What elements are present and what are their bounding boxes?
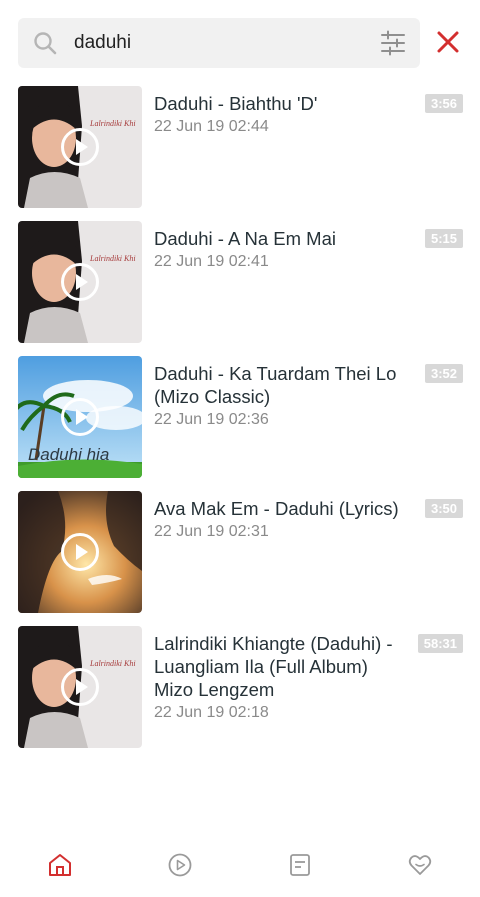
play-icon (61, 668, 99, 706)
bottom-navigation (0, 832, 480, 897)
nav-favorites[interactable] (390, 835, 450, 895)
close-icon[interactable] (434, 28, 462, 56)
video-date: 22 Jun 19 02:44 (154, 118, 269, 135)
video-title: Daduhi - Ka Tuardam Thei Lo (Mizo Classi… (154, 363, 397, 407)
search-bar[interactable] (18, 18, 420, 68)
video-thumbnail[interactable]: Lalrindiki Khi (18, 86, 142, 208)
video-date: 22 Jun 19 02:31 (154, 523, 269, 540)
duration-badge: 58:31 (417, 634, 463, 653)
play-circle-icon (168, 853, 192, 876)
nav-home[interactable] (30, 835, 90, 895)
heart-icon (408, 854, 432, 875)
list-item[interactable]: Ava Mak Em - Daduhi (Lyrics) 22 Jun 19 0… (0, 489, 480, 624)
duration-badge: 3:50 (424, 499, 463, 518)
duration-badge: 3:52 (424, 364, 463, 383)
play-icon (61, 128, 99, 166)
playlist-icon (290, 853, 310, 876)
nav-playlist[interactable] (270, 835, 330, 895)
video-title: Ava Mak Em - Daduhi (Lyrics) (154, 498, 399, 519)
search-results-screen: Lalrindiki Khi Daduhi - Biahthu 'D' 22 J… (0, 0, 480, 897)
play-icon (61, 533, 99, 571)
home-icon (49, 853, 71, 876)
video-title: Daduhi - A Na Em Mai (154, 228, 336, 249)
video-thumbnail[interactable]: Daduhi hia (18, 356, 142, 478)
video-thumbnail[interactable] (18, 491, 142, 613)
duration-badge: 5:15 (424, 229, 463, 248)
nav-player[interactable] (150, 835, 210, 895)
list-item[interactable]: Lalrindiki Khi Daduhi - Biahthu 'D' 22 J… (0, 84, 480, 219)
video-title: Lalrindiki Khiangte (Daduhi) - Luangliam… (154, 633, 393, 700)
search-icon (34, 32, 57, 55)
video-title: Daduhi - Biahthu 'D' (154, 93, 318, 114)
play-icon (61, 398, 99, 436)
video-thumbnail[interactable]: Lalrindiki Khi (18, 221, 142, 343)
list-item[interactable]: Lalrindiki Khi Daduhi - A Na Em Mai 22 J… (0, 219, 480, 354)
search-input[interactable] (74, 18, 374, 68)
video-date: 22 Jun 19 02:41 (154, 253, 269, 270)
duration-badge: 3:56 (424, 94, 463, 113)
video-thumbnail[interactable]: Lalrindiki Khi (18, 626, 142, 748)
results-list: Lalrindiki Khi Daduhi - Biahthu 'D' 22 J… (0, 84, 480, 759)
video-date: 22 Jun 19 02:18 (154, 704, 269, 721)
video-date: 22 Jun 19 02:36 (154, 411, 269, 428)
list-item[interactable]: Daduhi hia Daduhi - Ka Tuardam Thei Lo (… (0, 354, 480, 489)
play-icon (61, 263, 99, 301)
thumbnail-caption: Daduhi hia (28, 445, 109, 464)
filter-settings-icon[interactable] (380, 30, 406, 56)
list-item[interactable]: Lalrindiki Khi Lalrindiki Khiangte (Dadu… (0, 624, 480, 759)
